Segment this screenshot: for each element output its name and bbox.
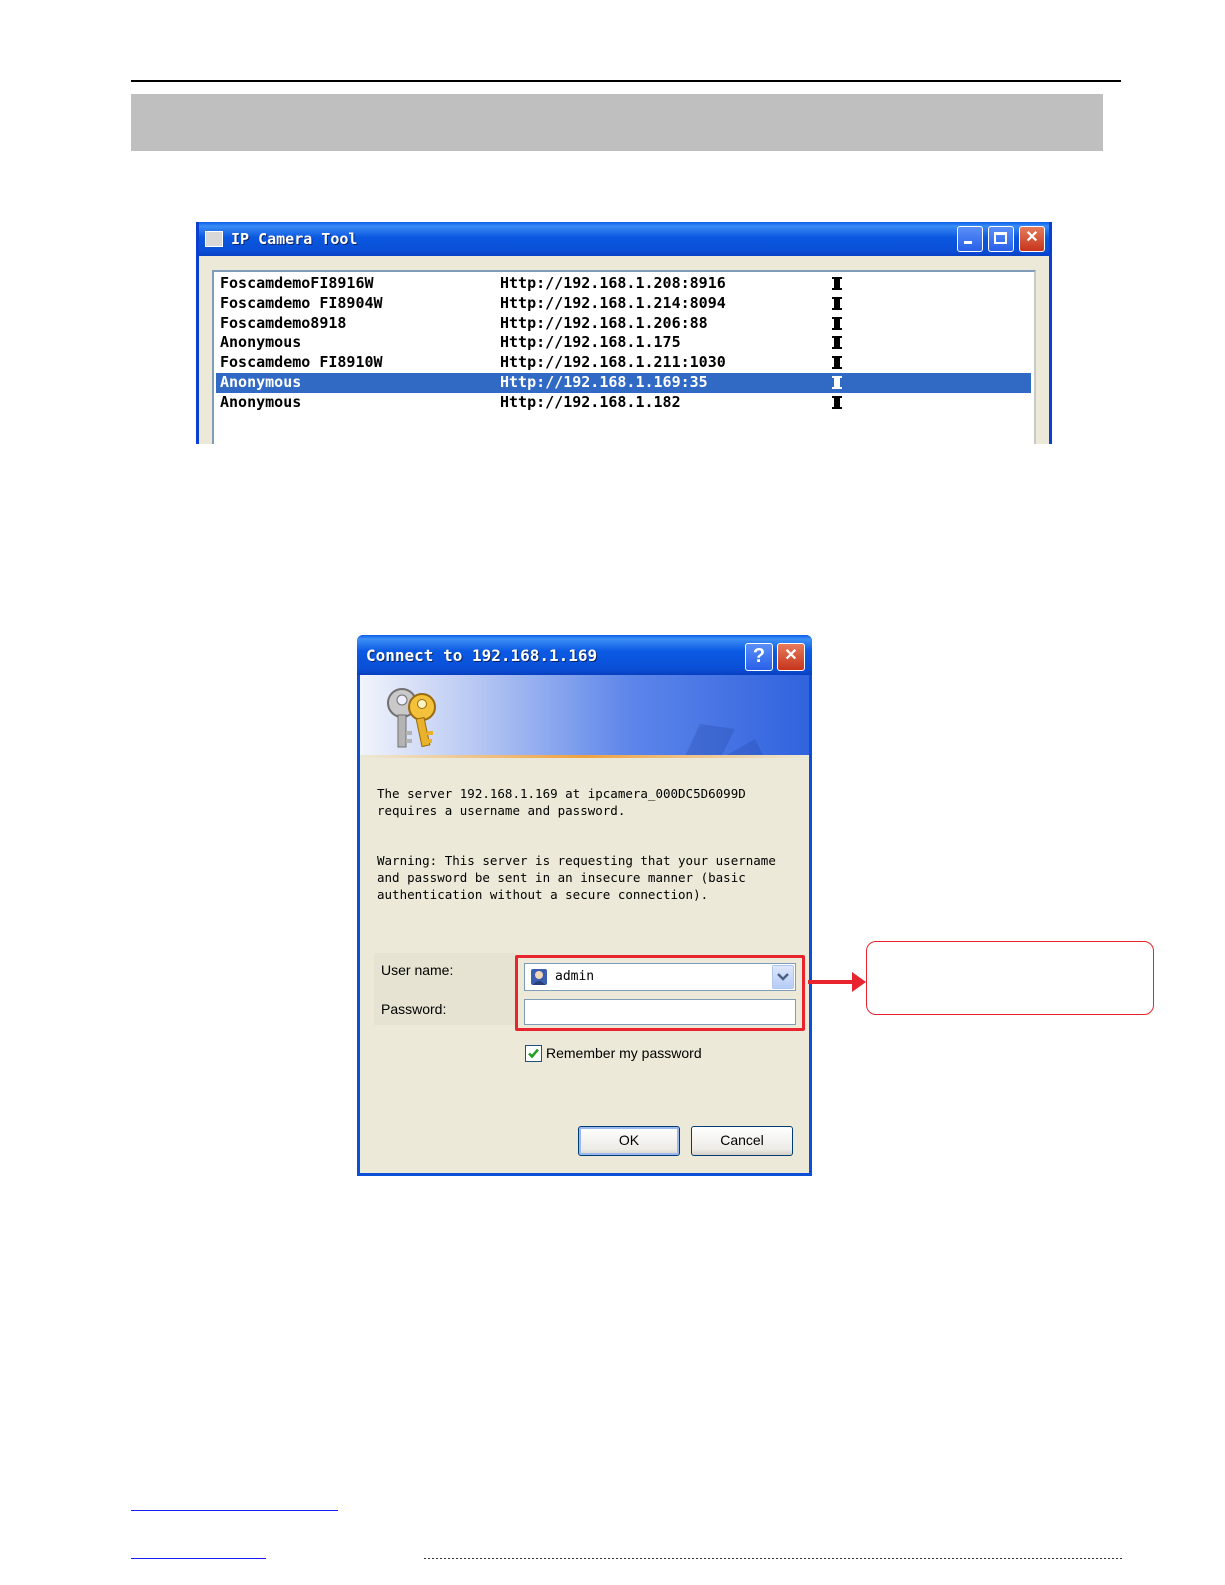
remember-password-label[interactable]: Remember my password (546, 1045, 702, 1061)
camera-url: Http://192.168.1.206:88 (500, 313, 708, 332)
ip-camera-tool-titlebar[interactable]: IP Camera Tool ✕ (199, 222, 1049, 256)
callout-arrow (808, 980, 856, 984)
camera-list-row[interactable]: FoscamdemoFI8916W Http://192.168.1.208:89… (216, 274, 1031, 294)
footer-rule (131, 1558, 266, 1559)
minimize-icon (964, 241, 972, 244)
checkmark-icon (528, 1048, 539, 1059)
connect-dialog: Connect to 192.168.1.169 ? ✕ The server … (357, 635, 812, 1176)
camera-url: Http://192.168.1.211:1030 (500, 353, 726, 372)
help-icon: ? (752, 645, 766, 667)
camera-url: Http://192.168.1.208:8916 (500, 274, 726, 292)
text-cursor-icon (832, 296, 842, 310)
text-cursor-icon (832, 277, 842, 290)
username-label: User name: (381, 962, 454, 978)
header-rule (131, 80, 1121, 82)
help-button[interactable]: ? (745, 643, 773, 671)
remember-password-checkbox[interactable] (525, 1045, 542, 1062)
camera-list[interactable]: FoscamdemoFI8916W Http://192.168.1.208:89… (212, 270, 1036, 444)
connect-dialog-titlebar[interactable]: Connect to 192.168.1.169 ? ✕ (357, 635, 812, 675)
camera-list-row[interactable]: Foscamdemo FI8904W Http://192.168.1.214:8… (216, 294, 1031, 314)
maximize-button[interactable] (988, 226, 1014, 252)
ip-camera-tool-window: IP Camera Tool ✕ FoscamdemoFI8916W Http:/… (196, 222, 1052, 444)
text-cursor-icon (832, 376, 842, 389)
credentials-highlight (515, 955, 805, 1031)
footer-link-underline (131, 1510, 338, 1511)
close-icon: ✕ (784, 647, 798, 664)
dialog-title: Connect to 192.168.1.169 (366, 646, 598, 665)
arrow-right-icon (852, 972, 866, 992)
camera-name: Foscamdemo FI8910W (220, 353, 383, 372)
text-cursor-icon (832, 336, 842, 350)
camera-app-icon (205, 231, 223, 247)
callout-box (866, 941, 1154, 1015)
server-message: The server 192.168.1.169 at ipcamera_000… (377, 786, 746, 818)
camera-name: Anonymous (220, 333, 302, 352)
text-cursor-icon (832, 316, 842, 330)
text-cursor-icon (832, 356, 842, 370)
footer-dotted-rule (424, 1558, 1124, 1559)
close-button[interactable]: ✕ (777, 643, 805, 671)
camera-url: Http://192.168.1.175 (500, 333, 681, 352)
camera-list-row[interactable]: Foscamdemo FI8910W Http://192.168.1.211:1… (216, 353, 1031, 373)
camera-url: Http://192.168.1.169:35 (500, 373, 708, 391)
keys-watermark-icon (685, 724, 763, 755)
camera-name: Anonymous (220, 373, 302, 391)
camera-url: Http://192.168.1.182 (500, 392, 681, 411)
close-button[interactable]: ✕ (1019, 226, 1045, 252)
camera-list-row[interactable]: Anonymous Http://192.168.1.169:35 (216, 373, 1031, 393)
text-cursor-icon (832, 395, 842, 409)
password-label: Password: (381, 1001, 447, 1017)
security-warning: Warning: This server is requesting that … (377, 853, 776, 902)
camera-url: Http://192.168.1.214:8094 (500, 293, 726, 312)
ok-button[interactable]: OK (578, 1126, 680, 1156)
camera-name: Foscamdemo8918 (220, 313, 347, 332)
camera-list-row[interactable]: Foscamdemo8918 Http://192.168.1.206:88 (216, 314, 1031, 334)
camera-list-row[interactable]: Anonymous Http://192.168.1.175 (216, 333, 1031, 353)
camera-list-row[interactable]: Anonymous Http://192.168.1.182 (216, 393, 1031, 413)
banner-divider (360, 755, 809, 758)
close-icon: ✕ (1025, 229, 1039, 246)
camera-name: Foscamdemo FI8904W (220, 293, 383, 312)
minimize-button[interactable] (957, 226, 983, 252)
keys-icon (387, 688, 436, 748)
cancel-button[interactable]: Cancel (691, 1126, 793, 1156)
section-heading-band (131, 94, 1103, 151)
maximize-icon (994, 232, 1007, 244)
camera-name: FoscamdemoFI8916W (220, 274, 374, 292)
window-title: IP Camera Tool (231, 230, 358, 248)
camera-name: Anonymous (220, 392, 302, 411)
